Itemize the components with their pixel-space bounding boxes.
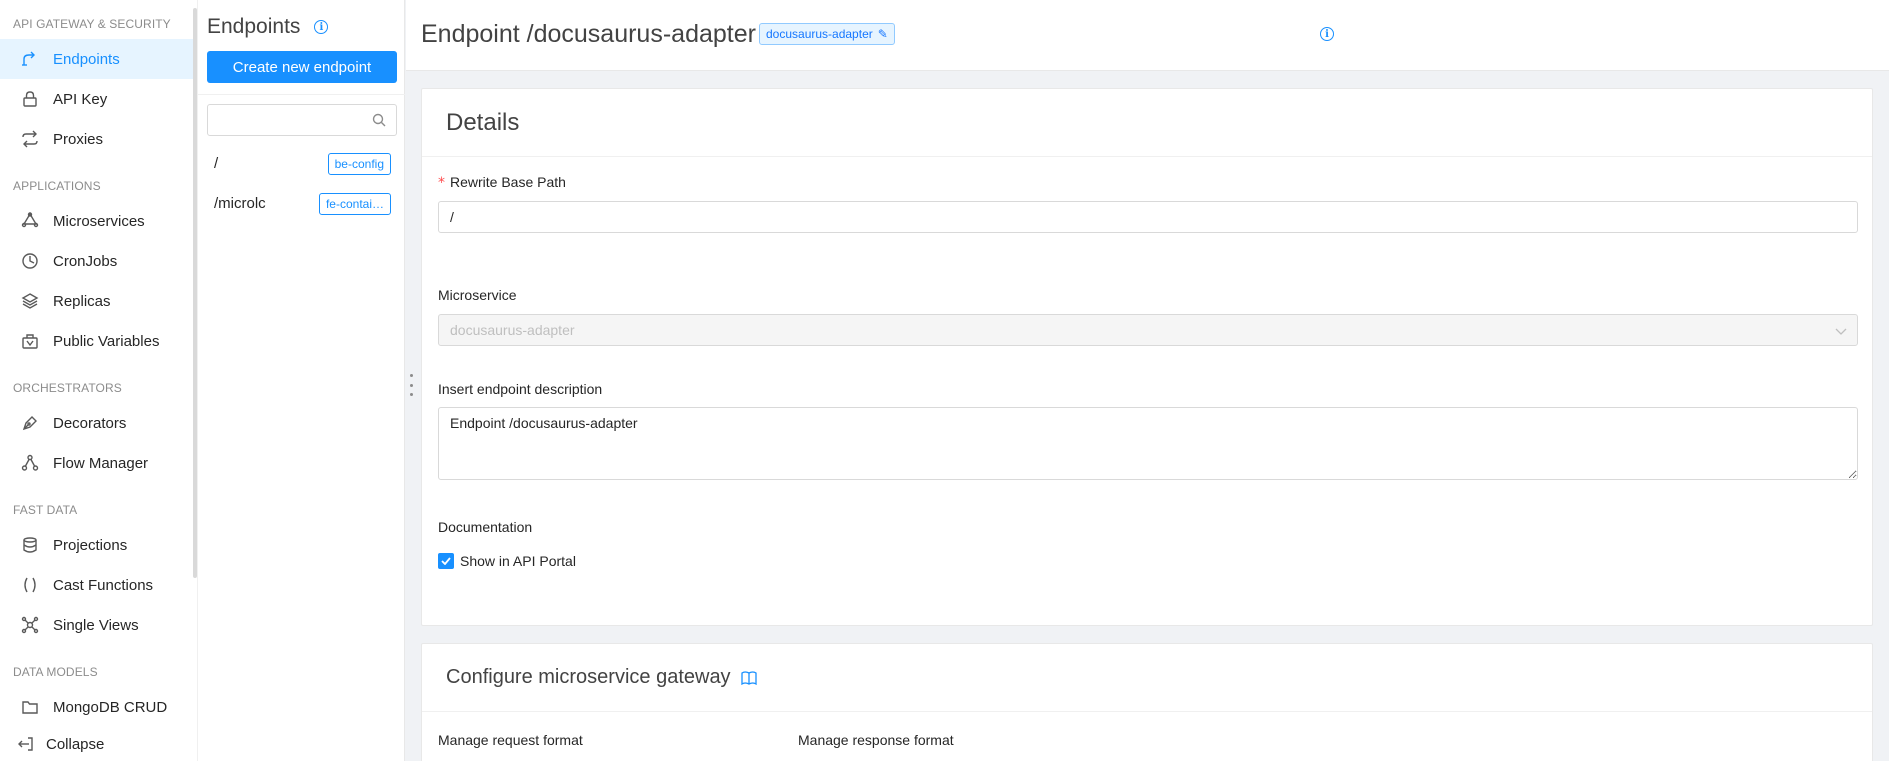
- microservice-tag[interactable]: docusaurus-adapter ✎: [759, 23, 895, 45]
- sidebar-item-label: MongoDB CRUD: [53, 698, 168, 716]
- create-endpoint-button[interactable]: Create new endpoint: [207, 51, 397, 83]
- rewrite-label-text: Rewrite Base Path: [450, 174, 566, 190]
- section-orchestrators: ORCHESTRATORS: [13, 381, 122, 395]
- section-fast-data: FAST DATA: [13, 503, 78, 517]
- sidebar-item-cast-functions[interactable]: Cast Functions: [0, 565, 193, 605]
- sidebar-item-label: Single Views: [53, 616, 139, 634]
- endpoint-tag: fe-contai…: [318, 193, 391, 215]
- sidebar-item-cronjobs[interactable]: CronJobs: [0, 241, 193, 281]
- page-title: Endpoint /docusaurus-adapter: [421, 20, 756, 48]
- variables-icon: [21, 332, 39, 350]
- description-textarea[interactable]: [438, 407, 1858, 480]
- graph-nodes-icon: [21, 616, 39, 634]
- required-marker: *: [438, 175, 445, 191]
- endpoint-path: /microlc: [214, 194, 266, 212]
- details-title: Details: [422, 89, 1872, 157]
- chevron-down-icon: [1835, 328, 1847, 335]
- search-icon[interactable]: [372, 113, 386, 127]
- endpoint-path: /: [214, 154, 219, 172]
- sidebar-item-microservices[interactable]: Microservices: [0, 201, 193, 241]
- pen-nib-icon: [21, 414, 39, 432]
- database-icon: [21, 536, 39, 554]
- microservice-select[interactable]: docusaurus-adapter: [438, 314, 1858, 346]
- endpoint-search[interactable]: [207, 104, 397, 136]
- collapse-label: Collapse: [46, 735, 105, 753]
- sidebar-item-label: Projections: [53, 536, 128, 554]
- rewrite-base-path-label: * Rewrite Base Path: [438, 174, 566, 191]
- clock-icon: [21, 252, 39, 270]
- sidebar-item-label: Replicas: [53, 292, 111, 310]
- gateway-title: Configure microservice gateway: [422, 644, 1872, 712]
- microservice-icon: [21, 212, 39, 230]
- sidebar-item-endpoints[interactable]: Endpoints: [0, 39, 193, 79]
- resize-handle[interactable]: [410, 374, 414, 396]
- sidebar-item-label: Proxies: [53, 130, 104, 148]
- endpoints-title-text: Endpoints: [207, 15, 301, 38]
- sidebar-item-label: Flow Manager: [53, 454, 149, 472]
- layers-icon: [21, 292, 39, 310]
- sidebar-item-api-key[interactable]: API Key: [0, 79, 193, 119]
- sidebar-item-decorators[interactable]: Decorators: [0, 403, 193, 443]
- book-icon[interactable]: [740, 670, 757, 685]
- endpoints-panel: Endpoints i Create new endpoint / be-con…: [197, 0, 405, 761]
- section-api-gateway: API GATEWAY & SECURITY: [13, 17, 171, 31]
- microservice-label: Microservice: [438, 287, 517, 303]
- section-data-models: DATA MODELS: [13, 665, 98, 679]
- divider: [198, 94, 405, 95]
- microservice-select-value: docusaurus-adapter: [450, 322, 575, 338]
- endpoint-tag: be-config: [327, 153, 391, 175]
- sidebar-item-label: Decorators: [53, 414, 127, 432]
- endpoint-list-item[interactable]: /microlc fe-contai…: [198, 183, 405, 223]
- endpoint-list-item[interactable]: / be-config: [198, 143, 405, 183]
- sidebar-item-label: Endpoints: [53, 50, 120, 68]
- description-label: Insert endpoint description: [438, 381, 603, 397]
- sidebar-nav: API GATEWAY & SECURITY Endpoints API Key…: [0, 0, 197, 761]
- checkbox-checked-icon[interactable]: [438, 553, 454, 569]
- parentheses-icon: [21, 576, 39, 594]
- gateway-title-text: Configure microservice gateway: [446, 666, 731, 688]
- microservice-tag-label: docusaurus-adapter: [766, 27, 873, 41]
- page-header: Endpoint /docusaurus-adapter docusaurus-…: [406, 0, 1889, 71]
- show-in-api-portal-checkbox[interactable]: Show in API Portal: [438, 553, 576, 569]
- endpoint-icon: [21, 50, 39, 68]
- folder-icon: [21, 698, 39, 716]
- sidebar-item-label: Public Variables: [53, 332, 160, 350]
- collapse-icon: [18, 737, 33, 751]
- info-icon[interactable]: i: [314, 20, 329, 34]
- show-in-api-portal-label: Show in API Portal: [460, 553, 576, 569]
- sidebar-item-label: CronJobs: [53, 252, 118, 270]
- rewrite-base-path-input[interactable]: /: [438, 201, 1858, 233]
- endpoints-panel-title: Endpoints i: [207, 15, 329, 39]
- flow-icon: [21, 454, 39, 472]
- app-root: API GATEWAY & SECURITY Endpoints API Key…: [0, 0, 1889, 761]
- lock-icon: [21, 90, 39, 108]
- gateway-card: Configure microservice gateway Manage re…: [421, 643, 1873, 761]
- info-icon[interactable]: i: [1320, 27, 1334, 41]
- section-applications: APPLICATIONS: [13, 179, 101, 193]
- sidebar-item-replicas[interactable]: Replicas: [0, 281, 193, 321]
- collapse-button[interactable]: Collapse: [17, 735, 104, 753]
- sidebar-item-label: API Key: [53, 90, 108, 108]
- sidebar-item-mongodb-crud[interactable]: MongoDB CRUD: [0, 687, 193, 727]
- sidebar-item-flow-manager[interactable]: Flow Manager: [0, 443, 193, 483]
- swap-icon: [21, 130, 39, 148]
- details-card: Details * Rewrite Base Path / Microservic…: [421, 88, 1873, 626]
- sidebar-item-public-variables[interactable]: Public Variables: [0, 321, 193, 361]
- sidebar-item-single-views[interactable]: Single Views: [0, 605, 193, 645]
- search-input[interactable]: [208, 105, 368, 135]
- request-format-label: Manage request format: [438, 732, 583, 748]
- sidebar-item-label: Cast Functions: [53, 576, 154, 594]
- sidebar-item-label: Microservices: [53, 212, 145, 230]
- sidebar-item-projections[interactable]: Projections: [0, 525, 193, 565]
- response-format-label: Manage response format: [798, 732, 954, 748]
- documentation-label: Documentation: [438, 519, 533, 535]
- sidebar-item-proxies[interactable]: Proxies: [0, 119, 193, 159]
- pencil-icon[interactable]: ✎: [878, 24, 888, 44]
